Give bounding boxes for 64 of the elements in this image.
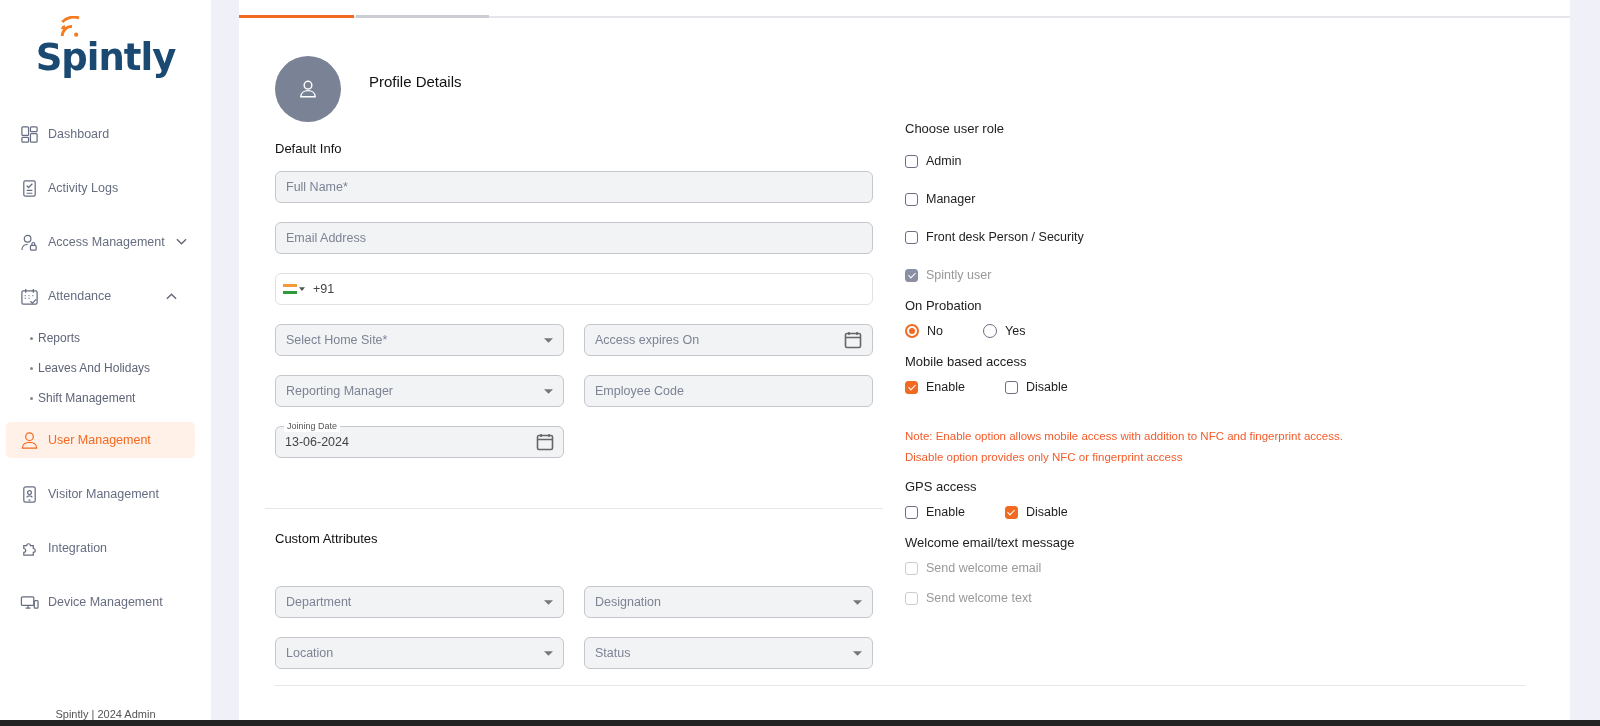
step-tab[interactable] bbox=[356, 15, 489, 18]
sidebar-item[interactable]: Device Management bbox=[6, 584, 195, 620]
checkbox-option[interactable]: Front desk Person / Security bbox=[905, 230, 1343, 244]
group-heading: GPS access bbox=[905, 479, 978, 494]
select-field[interactable]: Designation bbox=[584, 586, 873, 618]
caret-icon bbox=[853, 599, 862, 605]
section-heading: Default Info bbox=[275, 141, 343, 156]
checkbox-option[interactable]: Disable bbox=[1004, 505, 1068, 519]
sidebar-item[interactable]: Visitor Management bbox=[6, 476, 195, 512]
sidebar-item[interactable]: User Management bbox=[6, 422, 195, 458]
user-lock-icon bbox=[20, 232, 39, 252]
checkbox-option[interactable]: Manager bbox=[905, 192, 1343, 206]
date-field[interactable]: Joining Date 13-06-2024 bbox=[275, 420, 564, 458]
checkbox-option[interactable]: Disable bbox=[1004, 380, 1068, 394]
group-heading: On Probation bbox=[905, 298, 983, 313]
note-text: Note: Enable option allows mobile access with addition to NFC and fingerprint access. bbox=[905, 430, 1343, 442]
radio-option[interactable]: Yes bbox=[983, 324, 1026, 338]
sidebar-item[interactable]: Integration bbox=[6, 530, 195, 566]
group-heading: Welcome email/text message bbox=[905, 535, 1076, 550]
caret-icon bbox=[544, 337, 553, 343]
checkbox-option[interactable]: Enable bbox=[905, 380, 965, 394]
caret-icon bbox=[853, 650, 862, 656]
logo: Spintly bbox=[0, 0, 211, 86]
calendar-icon bbox=[536, 433, 554, 451]
select-field[interactable]: Select Home Site* bbox=[275, 324, 564, 356]
calendar-icon bbox=[20, 286, 39, 306]
checkbox-option[interactable]: Enable bbox=[905, 505, 965, 519]
sidebar-item[interactable]: Attendance bbox=[6, 278, 195, 314]
select-field[interactable]: Department bbox=[275, 586, 564, 618]
radio-option[interactable]: No bbox=[905, 324, 943, 338]
checkbox-option[interactable]: Admin bbox=[905, 154, 1343, 168]
caret-icon bbox=[544, 650, 553, 656]
select-field[interactable]: Status bbox=[584, 637, 873, 669]
input-field[interactable]: Full Name* bbox=[275, 171, 873, 203]
submenu-item[interactable]: Shift Management bbox=[0, 386, 211, 410]
note-text: Disable option provides only NFC or fingerprint access bbox=[905, 451, 1184, 463]
footer-text: Spintly | 2024 Admin bbox=[54, 708, 157, 720]
sidebar-item[interactable]: Activity Logs bbox=[6, 170, 195, 206]
group-heading: Choose user role bbox=[905, 121, 1005, 136]
clipboard-check-icon bbox=[20, 178, 39, 198]
badge-icon bbox=[20, 484, 39, 504]
step-tab[interactable] bbox=[239, 15, 354, 18]
field-label: Joining Date bbox=[284, 420, 341, 432]
select-field[interactable]: Reporting Manager bbox=[275, 375, 564, 407]
date-field[interactable]: Access expires On bbox=[584, 324, 873, 356]
submenu-item[interactable]: Leaves And Holidays bbox=[0, 356, 211, 380]
caret-icon bbox=[544, 599, 553, 605]
sidebar-item[interactable]: Dashboard bbox=[6, 116, 195, 152]
section-title: Profile Details bbox=[369, 73, 462, 90]
sidebar-item[interactable]: Access Management bbox=[6, 224, 195, 260]
input-field[interactable]: Employee Code bbox=[584, 375, 873, 407]
caret-icon bbox=[544, 388, 553, 394]
caret-icon bbox=[299, 287, 305, 291]
phone-field[interactable]: +91 bbox=[275, 273, 873, 305]
group-heading: Mobile based access bbox=[905, 354, 1028, 369]
section-heading: Custom Attributes bbox=[275, 531, 379, 546]
input-field[interactable]: Email Address bbox=[275, 222, 873, 254]
dashboard-icon bbox=[20, 124, 39, 144]
country-code: +91 bbox=[313, 282, 336, 296]
submenu-item[interactable]: Reports bbox=[0, 326, 211, 350]
user-icon bbox=[20, 430, 39, 450]
flag-icon bbox=[283, 284, 297, 294]
select-field[interactable]: Location bbox=[275, 637, 564, 669]
calendar-icon bbox=[844, 331, 862, 349]
